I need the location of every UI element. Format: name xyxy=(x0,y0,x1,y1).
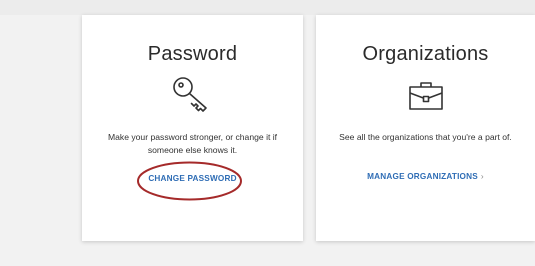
manage-organizations-label: MANAGE ORGANIZATIONS xyxy=(367,172,478,181)
organizations-card-title: Organizations xyxy=(362,43,489,65)
chevron-right-icon: › xyxy=(480,172,484,181)
key-icon xyxy=(82,75,303,115)
organizations-card-description: See all the organizations that you're a … xyxy=(339,132,512,142)
password-card-title: Password xyxy=(147,43,238,65)
password-card-description: Make your password stronger, or change i… xyxy=(107,132,278,155)
organizations-card: Organizations See all the organizations … xyxy=(316,15,535,241)
briefcase-icon xyxy=(316,75,535,115)
annotation-circle xyxy=(137,161,242,201)
password-card: Password Make your password stronger, or… xyxy=(82,15,303,241)
background-shape xyxy=(0,0,535,15)
manage-organizations-link[interactable]: MANAGE ORGANIZATIONS › xyxy=(367,172,484,181)
